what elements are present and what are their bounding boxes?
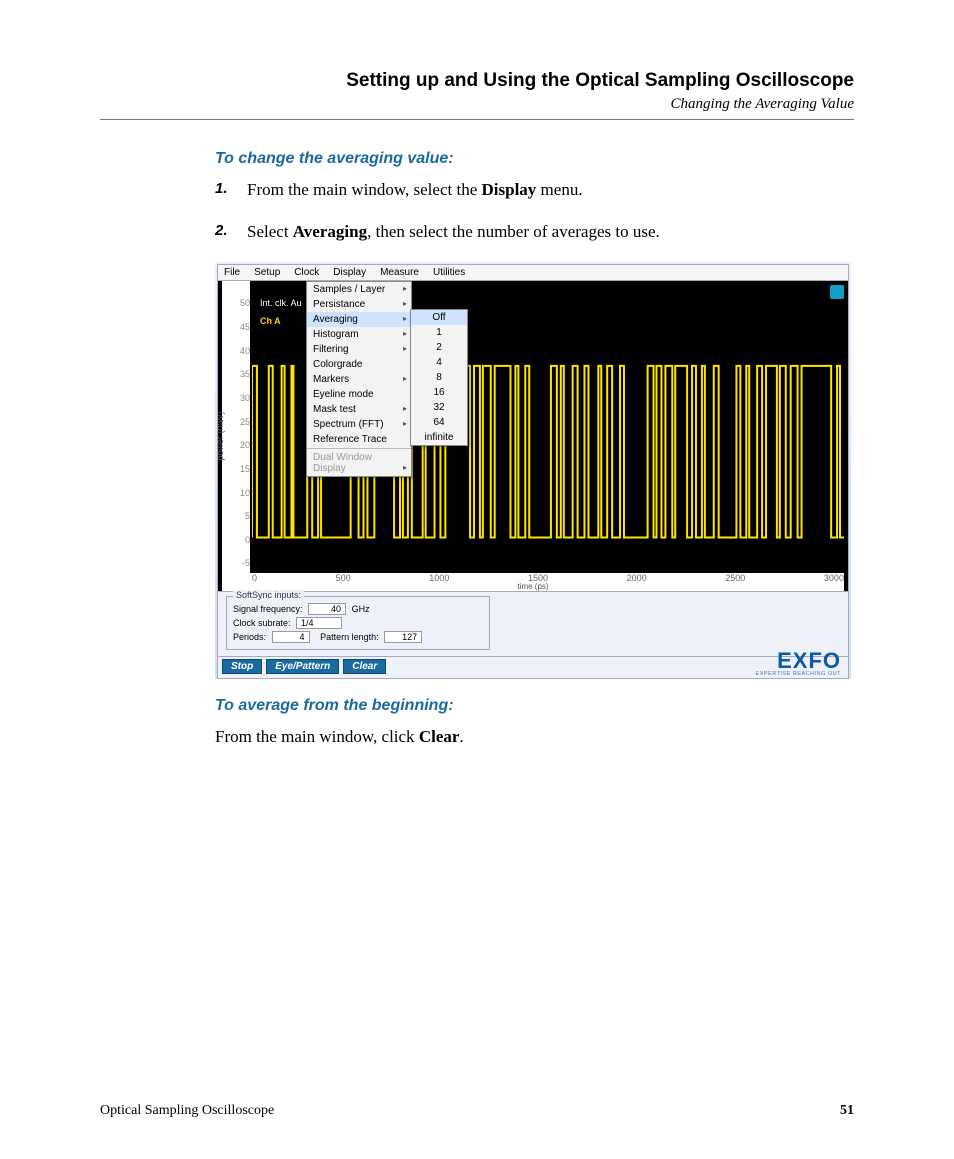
pattern-length-field[interactable]: 127 [384, 631, 422, 643]
step-number: 1. [215, 178, 247, 202]
chart-area: 50 45 40 35 30 25 20 15 10 5 0 -5 power … [217, 281, 849, 592]
menu-item-samples-layer[interactable]: Samples / Layer [307, 282, 411, 297]
task2-title: To average from the beginning: [215, 697, 854, 715]
signal-frequency-field[interactable]: 40 [308, 603, 346, 615]
task2-body: From the main window, click Clear. [215, 725, 854, 749]
menu-measure[interactable]: Measure [380, 267, 419, 278]
y-axis-ticks: 50 45 40 35 30 25 20 15 10 5 0 -5 [222, 281, 250, 573]
menu-item-filtering[interactable]: Filtering [307, 342, 411, 357]
section-subtitle: Changing the Averaging Value [100, 96, 854, 113]
task1-steps: 1. From the main window, select the Disp… [215, 178, 854, 244]
oscilloscope-screenshot: File Setup Clock Display Measure Utiliti… [215, 262, 851, 679]
chapter-title: Setting up and Using the Optical Samplin… [100, 70, 854, 92]
exfo-logo: EXFO [756, 651, 841, 671]
avg-option-8[interactable]: 8 [411, 370, 467, 385]
task1-title: To change the averaging value: [215, 150, 854, 168]
avg-option-64[interactable]: 64 [411, 415, 467, 430]
softsync-panel: SoftSync inputs: Signal frequency: 40 GH… [217, 592, 849, 657]
menu-display[interactable]: Display [333, 267, 366, 278]
menu-item-colorgrade[interactable]: Colorgrade [307, 357, 411, 372]
menu-item-averaging[interactable]: Averaging [307, 312, 411, 327]
menu-item-reference-trace[interactable]: Reference Trace [307, 432, 411, 447]
signal-frequency-label: Signal frequency: [233, 604, 303, 614]
periods-label: Periods: [233, 632, 266, 642]
page-number: 51 [840, 1103, 854, 1119]
signal-frequency-unit: GHz [352, 604, 370, 614]
menu-item-mask-test[interactable]: Mask test [307, 402, 411, 417]
display-dropdown-menu: Samples / Layer Persistance Averaging Hi… [306, 281, 412, 477]
menu-setup[interactable]: Setup [254, 267, 280, 278]
menu-item-eyeline[interactable]: Eyeline mode [307, 387, 411, 402]
menu-item-dual-window: Dual Window Display [307, 450, 411, 476]
menu-utilities[interactable]: Utilities [433, 267, 465, 278]
avg-option-1[interactable]: 1 [411, 325, 467, 340]
menu-separator [307, 448, 411, 449]
softsync-legend: SoftSync inputs: [233, 590, 304, 600]
button-bar: Stop Eye/Pattern Clear [217, 657, 849, 679]
avg-option-16[interactable]: 16 [411, 385, 467, 400]
avg-option-infinite[interactable]: infinite [411, 430, 467, 445]
app-menubar: File Setup Clock Display Measure Utiliti… [217, 264, 849, 281]
eye-pattern-button[interactable]: Eye/Pattern [266, 659, 339, 674]
step-body: From the main window, select the Display… [247, 178, 854, 202]
menu-file[interactable]: File [224, 267, 240, 278]
clear-button[interactable]: Clear [343, 659, 386, 674]
header-rule [100, 119, 854, 120]
periods-field[interactable]: 4 [272, 631, 310, 643]
exfo-tagline: EXPERTISE REACHING OUT [756, 671, 841, 677]
averaging-submenu: Off 1 2 4 8 16 32 64 infinite [410, 309, 468, 446]
step-number: 2. [215, 220, 247, 244]
menu-clock[interactable]: Clock [294, 267, 319, 278]
menu-item-histogram[interactable]: Histogram [307, 327, 411, 342]
step-body: Select Averaging, then select the number… [247, 220, 854, 244]
menu-item-spectrum-fft[interactable]: Spectrum (FFT) [307, 417, 411, 432]
menu-item-markers[interactable]: Markers [307, 372, 411, 387]
avg-option-32[interactable]: 32 [411, 400, 467, 415]
clock-subrate-field[interactable]: 1/4 [296, 617, 342, 629]
avg-option-2[interactable]: 2 [411, 340, 467, 355]
brand-logo-block: EXFO EXPERTISE REACHING OUT [756, 651, 841, 677]
y-axis-label: power (mW) [217, 411, 225, 460]
stop-button[interactable]: Stop [222, 659, 262, 674]
pattern-length-label: Pattern length: [320, 632, 379, 642]
footer-title: Optical Sampling Oscilloscope [100, 1103, 274, 1119]
clock-subrate-label: Clock subrate: [233, 618, 291, 628]
avg-option-4[interactable]: 4 [411, 355, 467, 370]
avg-option-off[interactable]: Off [411, 310, 467, 325]
x-axis-label: time (ps) [218, 582, 848, 591]
menu-item-persistance[interactable]: Persistance [307, 297, 411, 312]
